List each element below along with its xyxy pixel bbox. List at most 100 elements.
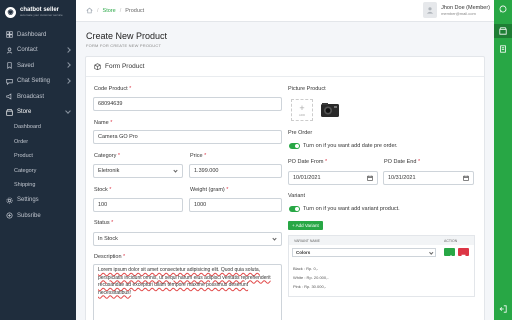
chevron-down-icon [272, 236, 277, 241]
avatar [423, 2, 438, 18]
sidebar-item-label: Subsribe [17, 212, 41, 219]
gear-icon [6, 197, 13, 204]
chevron-down-icon [65, 107, 71, 114]
broadcast-icon [6, 93, 12, 100]
description-textarea[interactable]: Lorem ipsum dolor sit amet consectetur a… [93, 264, 282, 320]
store-icon[interactable] [494, 24, 512, 38]
dashboard-icon [6, 31, 13, 38]
variant-option: Black : Rp. 0,- [293, 266, 319, 271]
add-picture-button[interactable]: + ADD [291, 99, 313, 121]
sidebar-item-label: Saved [17, 62, 35, 69]
breadcrumb: / Store / Product [86, 7, 144, 14]
po-date-end-input[interactable]: 10/31/2021 [383, 171, 474, 185]
edit-variant-button[interactable] [444, 248, 455, 260]
stock-label: Stock * [94, 187, 112, 193]
po-date-from-input[interactable]: 10/01/2021 [288, 171, 378, 185]
sidebar-subitem-order[interactable]: Order [0, 135, 76, 150]
add-picture-label: ADD [298, 112, 306, 117]
user-email: member@mail.com [441, 10, 476, 16]
sidebar-item-chat-setting[interactable]: Chat Setting [0, 74, 76, 90]
column-header-variant-name: VARIANT NAME [294, 238, 320, 243]
sidebar-item-subsribe[interactable]: Subsribe [0, 208, 76, 224]
sidebar-item-label: Broadcast [17, 93, 45, 100]
delete-variant-button[interactable] [458, 248, 469, 260]
subscribe-icon [6, 212, 13, 219]
column-header-action: ACTION [444, 238, 458, 243]
chat-icon [6, 78, 13, 85]
sidebar-item-label: Store [17, 109, 32, 116]
calendar-icon[interactable] [367, 175, 373, 181]
breadcrumb-current: Product [125, 7, 145, 14]
home-icon[interactable] [86, 7, 93, 14]
code-input[interactable]: 68094639 [93, 97, 282, 111]
right-toolbar [494, 0, 512, 320]
page-title: Create New Product [86, 31, 168, 41]
brand[interactable]: ◉ chatbot seller automate your customer … [0, 0, 76, 24]
name-input[interactable]: Camera GO Pro [93, 130, 282, 144]
card-title: Form Product [105, 63, 145, 70]
price-label: Price * [190, 153, 207, 159]
sidebar: ◉ chatbot seller automate your customer … [0, 0, 76, 320]
variant-name-select[interactable]: Colors [292, 248, 436, 257]
sidebar-subitem-dashboard[interactable]: Dashboard [0, 120, 76, 135]
sidebar-item-dashboard[interactable]: Dashboard [0, 27, 76, 43]
logout-icon[interactable] [494, 302, 512, 316]
product-thumbnail[interactable] [319, 99, 341, 121]
variant-toggle-text: Turn on if you want add variant product. [303, 206, 400, 212]
sidebar-item-broadcast[interactable]: Broadcast [0, 89, 76, 105]
breadcrumb-separator: / [119, 7, 122, 14]
add-variant-button[interactable]: + Add Variant [288, 221, 323, 230]
sidebar-subitem-product[interactable]: Product [0, 149, 76, 164]
brand-subtitle: automate your customer service [20, 13, 63, 17]
variant-option: White : Rp. 20.000,- [293, 275, 329, 280]
picture-label: Picture Product [288, 86, 326, 92]
variant-toggle[interactable] [289, 206, 300, 212]
brand-logo-icon: ◉ [5, 6, 16, 18]
calendar-icon[interactable] [463, 175, 469, 181]
page-subtitle: FORM FOR CREATE NEW PRODUCT [86, 43, 162, 48]
sidebar-item-label: Contact [17, 47, 38, 54]
po-date-from-label: PO Date From * [288, 159, 328, 165]
variant-option: Pink : Rp. 30.000,- [293, 284, 327, 289]
pencil-icon [447, 255, 452, 260]
sidebar-item-label: Dashboard [17, 31, 47, 38]
trash-icon [461, 254, 466, 260]
price-input[interactable]: 1.399.000 [189, 164, 282, 178]
user-icon [6, 47, 13, 54]
status-select[interactable]: In Stock [93, 232, 282, 246]
user-menu[interactable]: Jhon Doe (Member) member@mail.com [423, 2, 490, 18]
store-icon [6, 109, 13, 116]
breadcrumb-store[interactable]: Store [103, 8, 116, 14]
document-icon[interactable] [494, 42, 512, 56]
status-label: Status * [94, 220, 114, 226]
preorder-label: Pre Order [288, 130, 313, 136]
sidebar-item-store[interactable]: Store [0, 105, 76, 121]
weight-input[interactable]: 1000 [189, 198, 282, 212]
po-date-end-label: PO Date End * [384, 159, 421, 165]
chevron-down-icon [428, 250, 433, 255]
product-form-card: Form Product Code Product * 68094639 Nam… [85, 56, 485, 320]
sidebar-item-label: Settings [17, 197, 39, 204]
topbar: / Store / Product Jhon Doe (Member) memb… [76, 0, 494, 22]
sidebar-item-label: Chat Setting [17, 78, 51, 85]
preorder-toggle[interactable] [289, 143, 300, 149]
sidebar-subitem-shipping[interactable]: Shipping [0, 178, 76, 193]
description-label: Description * [94, 254, 126, 260]
weight-label: Weight (gram) * [190, 187, 229, 193]
sidebar-subitem-category[interactable]: Category [0, 164, 76, 179]
card-header: Form Product [86, 57, 484, 77]
chevron-icon [65, 46, 71, 53]
sidebar-item-contact[interactable]: Contact [0, 43, 76, 59]
whatsapp-icon[interactable] [494, 2, 512, 16]
box-icon [94, 63, 101, 70]
preorder-toggle-text: Turn on if you want add date pre order. [303, 143, 398, 149]
sidebar-item-settings[interactable]: Settings [0, 193, 76, 209]
code-label: Code Product * [94, 86, 132, 92]
category-select[interactable]: Eletronik [93, 164, 183, 178]
chevron-down-icon [173, 168, 178, 173]
chevron-icon [65, 77, 71, 84]
variant-label: Variant [288, 193, 306, 199]
stock-input[interactable]: 100 [93, 198, 183, 212]
sidebar-item-saved[interactable]: Saved [0, 58, 76, 74]
plus-icon: + [299, 102, 305, 113]
